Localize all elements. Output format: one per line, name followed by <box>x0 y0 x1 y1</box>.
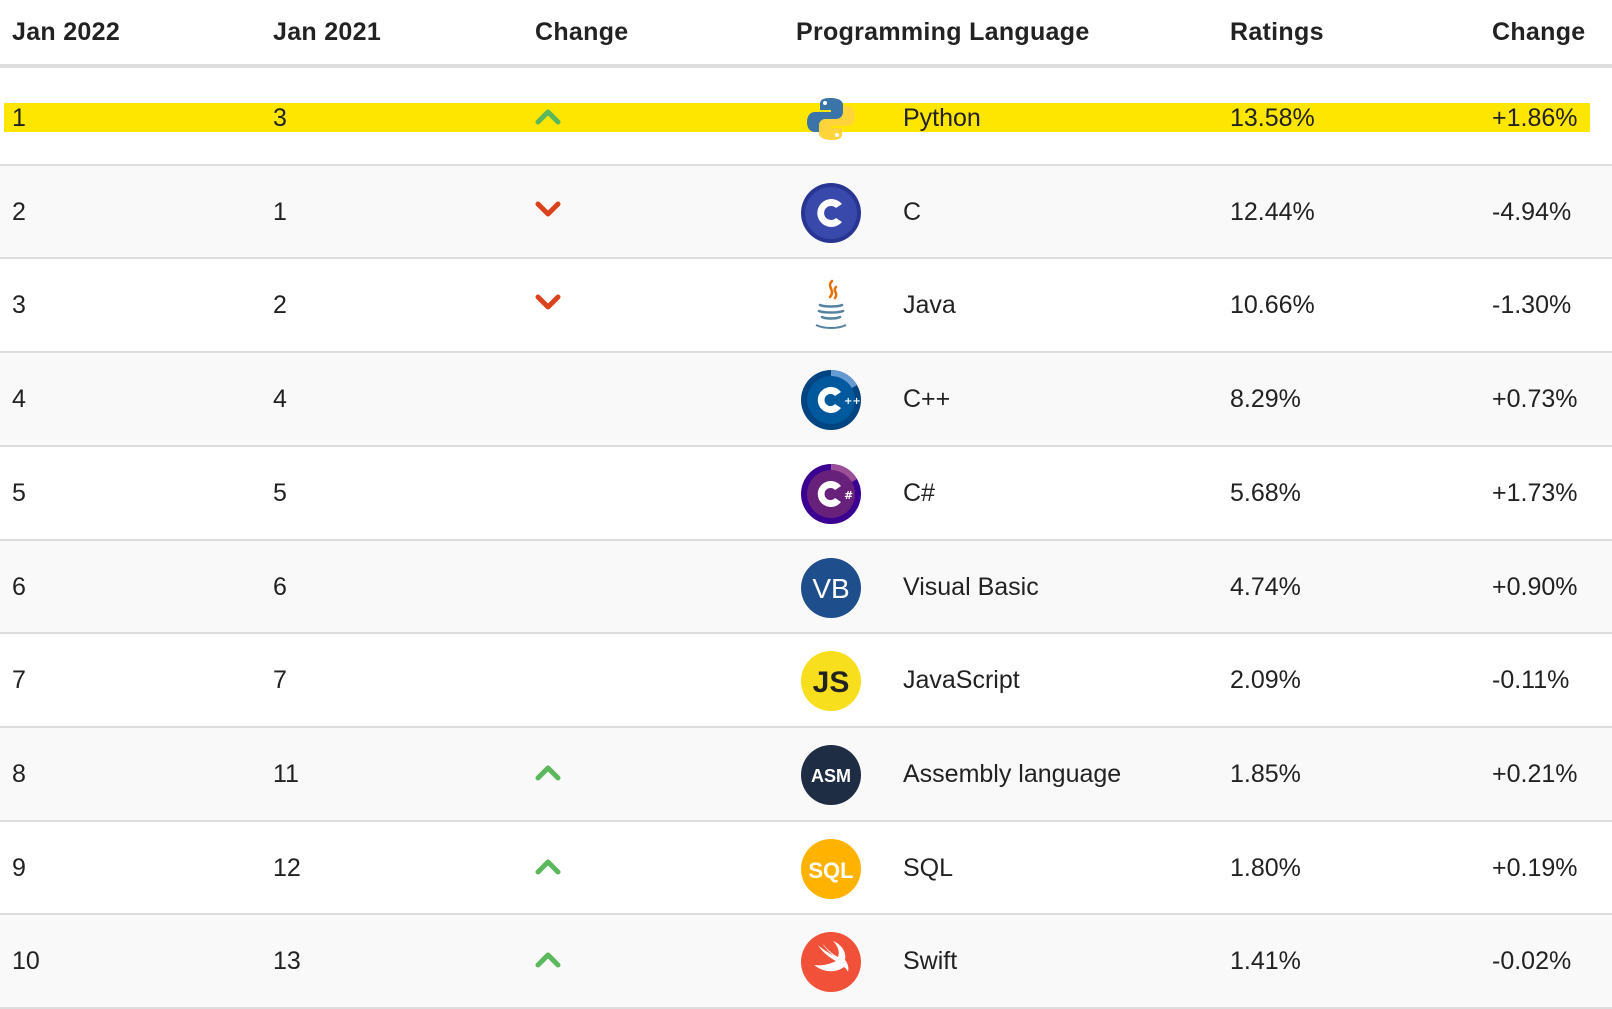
trend-up-icon <box>535 857 561 875</box>
rating-value: 1.41% <box>1230 947 1301 975</box>
language-name[interactable]: C <box>903 197 921 227</box>
rank-previous: 13 <box>273 947 301 975</box>
trend-down-icon <box>535 201 561 219</box>
change-value: +0.90% <box>1492 573 1578 601</box>
header-jan-2021[interactable]: Jan 2021 <box>273 18 381 47</box>
table-row: 7 7 JS JavaScript 2.09% -0.11% <box>0 634 1612 728</box>
rank-previous: 12 <box>273 854 301 882</box>
rank-previous: 11 <box>273 760 299 788</box>
icon-label: JS <box>813 666 850 699</box>
rating-value: 13.58% <box>1230 104 1315 132</box>
language-name[interactable]: Assembly language <box>903 759 1121 789</box>
java-logo-icon <box>800 275 862 337</box>
swift-logo-icon <box>800 931 862 993</box>
trend-up-icon <box>535 950 561 968</box>
change-value: -4.94% <box>1492 198 1572 226</box>
python-logo-icon <box>800 88 862 150</box>
header-ratings[interactable]: Ratings <box>1230 18 1324 47</box>
language-name[interactable]: Python <box>903 103 981 133</box>
table-header: Jan 2022 Jan 2021 Change Programming Lan… <box>0 0 1612 68</box>
svg-text:#: # <box>844 489 853 502</box>
visual-basic-logo-icon: VB <box>800 557 862 619</box>
rating-value: 1.80% <box>1230 854 1301 882</box>
assembly-logo-icon: ASM <box>800 744 862 806</box>
table-row: 4 4 ++ C++ 8.29% +0.73% <box>0 353 1612 447</box>
table-row: 8 11 ASM Assembly language 1.85% +0.21% <box>0 728 1612 822</box>
icon-label: VB <box>812 573 849 604</box>
rating-value: 8.29% <box>1230 385 1301 413</box>
table-row: 5 5 # C# 5.68% +1.73% <box>0 447 1612 541</box>
sql-logo-icon: SQL <box>800 838 862 900</box>
rating-value: 5.68% <box>1230 479 1301 507</box>
icon-label: ASM <box>811 766 851 786</box>
rank-current: 6 <box>12 573 26 601</box>
row-highlight <box>4 103 1590 132</box>
language-name[interactable]: Swift <box>903 946 957 976</box>
rank-current: 10 <box>12 947 40 975</box>
rank-current: 4 <box>12 385 26 413</box>
trend-up-icon <box>535 763 561 781</box>
language-name[interactable]: C# <box>903 478 935 508</box>
change-value: +0.73% <box>1492 385 1578 413</box>
change-value: +1.73% <box>1492 479 1578 507</box>
language-name[interactable]: C++ <box>903 384 950 414</box>
c-logo-icon <box>800 182 862 244</box>
rank-previous: 2 <box>273 291 287 319</box>
csharp-logo-icon: # <box>800 463 862 525</box>
table-row: 9 12 SQL SQL 1.80% +0.19% <box>0 822 1612 915</box>
rating-value: 1.85% <box>1230 760 1301 788</box>
rank-previous: 7 <box>273 666 287 694</box>
header-jan-2022[interactable]: Jan 2022 <box>12 18 120 47</box>
javascript-logo-icon: JS <box>800 650 862 712</box>
rank-previous: 5 <box>273 479 287 507</box>
rank-current: 7 <box>12 666 26 694</box>
svg-text:++: ++ <box>844 396 861 407</box>
rank-previous: 3 <box>273 104 287 132</box>
trend-down-icon <box>535 294 561 312</box>
header-change-arrow[interactable]: Change <box>535 18 628 47</box>
change-value: +0.21% <box>1492 760 1578 788</box>
change-value: +1.86% <box>1492 104 1578 132</box>
change-value: -1.30% <box>1492 291 1572 319</box>
rank-current: 3 <box>12 291 26 319</box>
rating-value: 2.09% <box>1230 666 1301 694</box>
header-change-percent[interactable]: Change <box>1492 18 1585 47</box>
language-name[interactable]: Visual Basic <box>903 572 1039 602</box>
rank-current: 5 <box>12 479 26 507</box>
rank-current: 2 <box>12 198 26 226</box>
change-value: -0.02% <box>1492 947 1572 975</box>
language-name[interactable]: JavaScript <box>903 665 1020 695</box>
table-row: 1 3 Python 13.58% +1.86% <box>0 72 1612 166</box>
rank-current: 9 <box>12 854 26 882</box>
rank-previous: 1 <box>273 198 287 226</box>
rating-value: 4.74% <box>1230 573 1301 601</box>
table-row: 6 6 VB Visual Basic 4.74% +0.90% <box>0 541 1612 634</box>
header-programming-language[interactable]: Programming Language <box>796 18 1090 47</box>
rank-current: 1 <box>12 104 26 132</box>
table-row: 3 2 Java 10.66% -1.30% <box>0 259 1612 353</box>
table-row: 2 1 C 12.44% -4.94% <box>0 166 1612 259</box>
change-value: -0.11% <box>1492 666 1570 694</box>
rating-value: 12.44% <box>1230 198 1315 226</box>
trend-up-icon <box>535 107 561 125</box>
rank-current: 8 <box>12 760 26 788</box>
rank-previous: 4 <box>273 385 287 413</box>
language-name[interactable]: SQL <box>903 853 953 883</box>
change-value: +0.19% <box>1492 854 1578 882</box>
icon-label: SQL <box>808 858 853 883</box>
cpp-logo-icon: ++ <box>800 369 862 431</box>
rank-previous: 6 <box>273 573 287 601</box>
rating-value: 10.66% <box>1230 291 1315 319</box>
table-row: 10 13 Swift 1.41% -0.02% <box>0 915 1612 1009</box>
language-name[interactable]: Java <box>903 290 956 320</box>
